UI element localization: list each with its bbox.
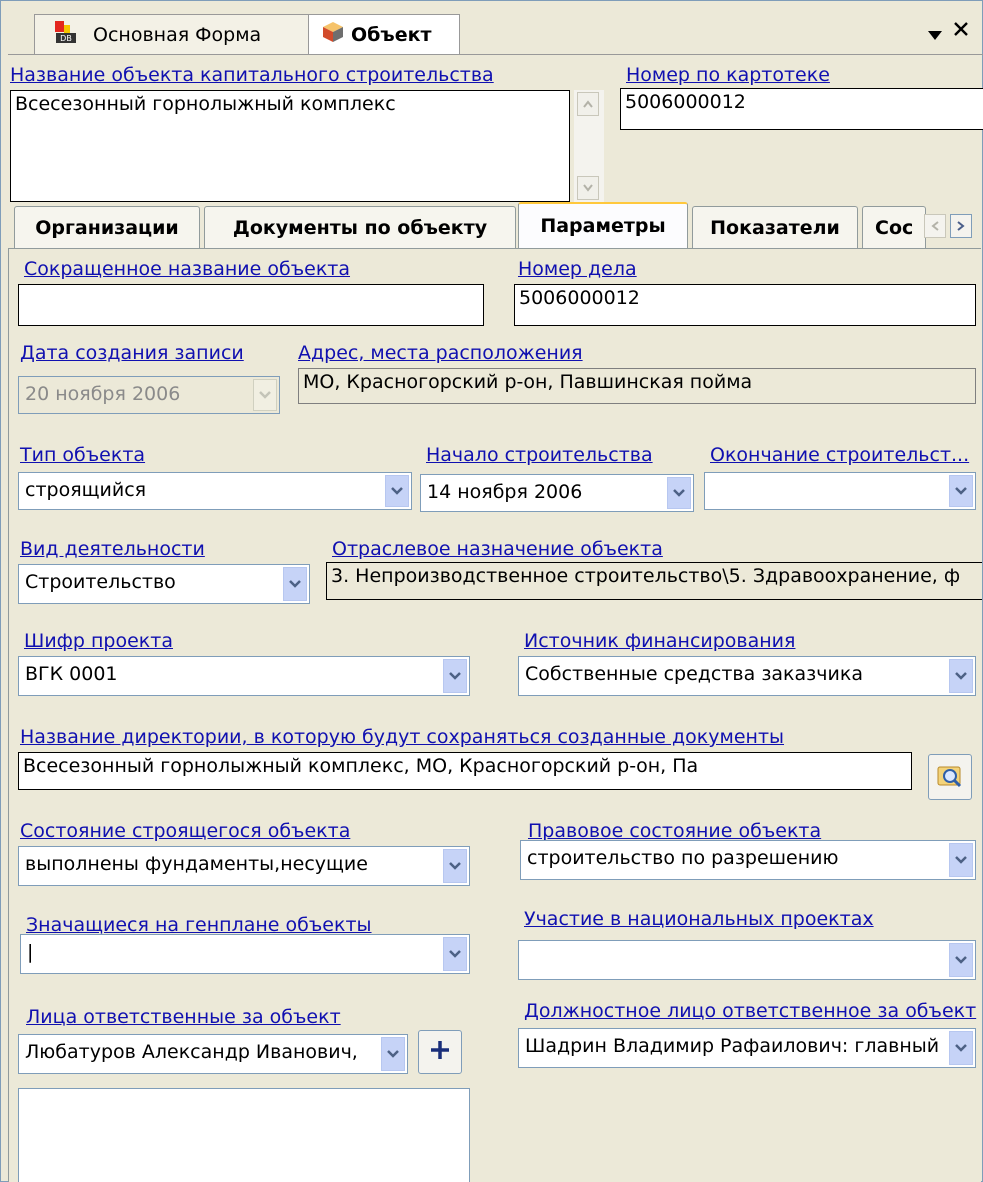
start-build-value: 14 ноября 2006: [427, 481, 583, 503]
object-type-select[interactable]: строящийся: [18, 472, 412, 510]
cube-icon: [321, 20, 345, 49]
funding-label: Источник финансирования: [524, 630, 796, 652]
address-field[interactable]: МО, Красногорский р-он, Павшинская пойма: [298, 368, 976, 404]
legal-state-value: строительство по разрешению: [527, 847, 839, 869]
project-code-select[interactable]: ВГК 0001: [18, 656, 470, 696]
tab-scroll-right-button[interactable]: [950, 214, 972, 238]
responsible-list[interactable]: [18, 1088, 470, 1182]
chevron-down-icon[interactable]: [283, 567, 307, 601]
chevron-down-icon[interactable]: [381, 1037, 405, 1071]
national-select[interactable]: [518, 940, 976, 980]
document-tabbar: DB Основная Форма Объект: [8, 14, 983, 54]
responsible-select[interactable]: Любатуров Александр Иванович,: [18, 1034, 408, 1074]
add-responsible-button[interactable]: [418, 1030, 462, 1074]
branch-label: Отраслевое назначение объекта: [332, 538, 663, 560]
svg-text:DB: DB: [60, 34, 72, 43]
tab-composition[interactable]: Сос: [862, 206, 926, 248]
triangle-down-icon[interactable]: [928, 26, 942, 45]
close-icon[interactable]: [952, 20, 970, 42]
master-plan-select[interactable]: |: [20, 934, 470, 974]
end-build-label: Окончание строительст...: [710, 444, 970, 466]
tab-scroll-left-button[interactable]: [924, 214, 946, 238]
tab-label: Организации: [35, 216, 179, 239]
card-number-field[interactable]: 5006000012: [620, 88, 983, 130]
legal-state-select[interactable]: строительство по разрешению: [520, 840, 976, 880]
doc-tab-main-form[interactable]: DB Основная Форма: [34, 14, 316, 54]
funding-value: Собственные средства заказчика: [525, 663, 863, 685]
chevron-down-icon[interactable]: [385, 475, 409, 507]
tab-parameters[interactable]: Параметры: [518, 202, 688, 248]
legal-state-label: Правовое состояние объекта: [528, 820, 822, 842]
project-code-value: ВГК 0001: [25, 663, 118, 685]
responsible-label: Лица ответственные за объект: [26, 1006, 341, 1028]
activity-value: Строительство: [25, 571, 176, 593]
responsible-value: Любатуров Александр Иванович,: [25, 1041, 358, 1063]
project-code-label: Шифр проекта: [24, 630, 173, 652]
chevron-down-icon[interactable]: [949, 1031, 973, 1065]
funding-select[interactable]: Собственные средства заказчика: [518, 656, 976, 696]
tab-documents[interactable]: Документы по объекту: [204, 206, 516, 248]
case-number-label: Номер дела: [518, 258, 637, 280]
created-date-picker[interactable]: 20 ноября 2006: [18, 376, 280, 414]
end-build-picker[interactable]: [704, 472, 976, 510]
chevron-down-icon[interactable]: [667, 477, 691, 509]
branch-field[interactable]: 3. Непроизводственное строительство\5. З…: [326, 562, 982, 600]
doc-tab-label: Основная Форма: [93, 23, 262, 46]
build-state-label: Состояние строящегося объекта: [20, 820, 351, 842]
chevron-down-icon[interactable]: [949, 943, 973, 977]
tab-indicators[interactable]: Показатели: [692, 206, 858, 248]
activity-label: Вид деятельности: [20, 538, 205, 560]
directory-label: Название директории, в которую будут сох…: [20, 726, 785, 748]
plus-icon: [429, 1039, 451, 1065]
object-name-textarea[interactable]: Всесезонный горнолыжный комплекс: [10, 90, 570, 202]
tabbar-divider: [8, 54, 983, 55]
scroll-down-button[interactable]: [577, 176, 599, 200]
tab-label: Параметры: [540, 215, 666, 237]
official-select[interactable]: Шадрин Владимир Рафаилович: главный: [518, 1028, 976, 1068]
chevron-down-icon[interactable]: [443, 659, 467, 693]
scroll-up-button[interactable]: [577, 92, 599, 116]
parameters-tabbar: Организации Документы по объекту Парамет…: [14, 202, 976, 248]
address-label: Адрес, места расположения: [298, 342, 583, 364]
tab-label: Сос: [875, 216, 914, 239]
folder-search-icon: [935, 760, 965, 794]
database-form-icon: DB: [53, 19, 79, 50]
textarea-scrollbar[interactable]: [574, 90, 604, 202]
build-state-select[interactable]: выполнены фундаменты,несущие: [18, 846, 470, 886]
card-number-label: Номер по картотеке: [626, 64, 830, 86]
chevron-down-icon[interactable]: [949, 475, 973, 507]
chevron-down-icon[interactable]: [443, 849, 467, 883]
created-date-label: Дата создания записи: [20, 342, 244, 364]
chevron-down-icon[interactable]: [949, 843, 973, 877]
doc-tab-object[interactable]: Объект: [308, 14, 460, 54]
chevron-down-icon[interactable]: [253, 379, 277, 411]
tab-label: Показатели: [710, 216, 840, 239]
chevron-down-icon[interactable]: [443, 937, 467, 971]
national-label: Участие в национальных проектах: [524, 908, 874, 930]
start-build-picker[interactable]: 14 ноября 2006: [420, 474, 694, 512]
short-name-field[interactable]: [18, 284, 484, 326]
created-date-value: 20 ноября 2006: [25, 383, 181, 405]
directory-field[interactable]: Всесезонный горнолыжный комплекс, МО, Кр…: [18, 752, 912, 790]
object-type-label: Тип объекта: [20, 444, 146, 466]
object-type-value: строящийся: [25, 479, 147, 501]
start-build-label: Начало строительства: [426, 444, 653, 466]
official-label: Должностное лицо ответственное за объект: [524, 1000, 977, 1022]
activity-select[interactable]: Строительство: [18, 564, 310, 604]
master-plan-label: Значащиеся на генплане объекты: [26, 914, 372, 936]
tab-label: Документы по объекту: [232, 216, 488, 239]
chevron-down-icon[interactable]: [949, 659, 973, 693]
object-name-label: Название объекта капитального строительс…: [10, 64, 494, 86]
tab-organizations[interactable]: Организации: [14, 206, 200, 248]
short-name-label: Сокращенное название объекта: [24, 258, 351, 280]
case-number-field[interactable]: 5006000012: [514, 284, 976, 326]
doc-tab-label: Объект: [351, 23, 432, 46]
master-plan-value: |: [27, 941, 34, 963]
official-value: Шадрин Владимир Рафаилович: главный: [525, 1035, 940, 1057]
browse-folder-button[interactable]: [928, 754, 972, 800]
build-state-value: выполнены фундаменты,несущие: [25, 853, 368, 875]
